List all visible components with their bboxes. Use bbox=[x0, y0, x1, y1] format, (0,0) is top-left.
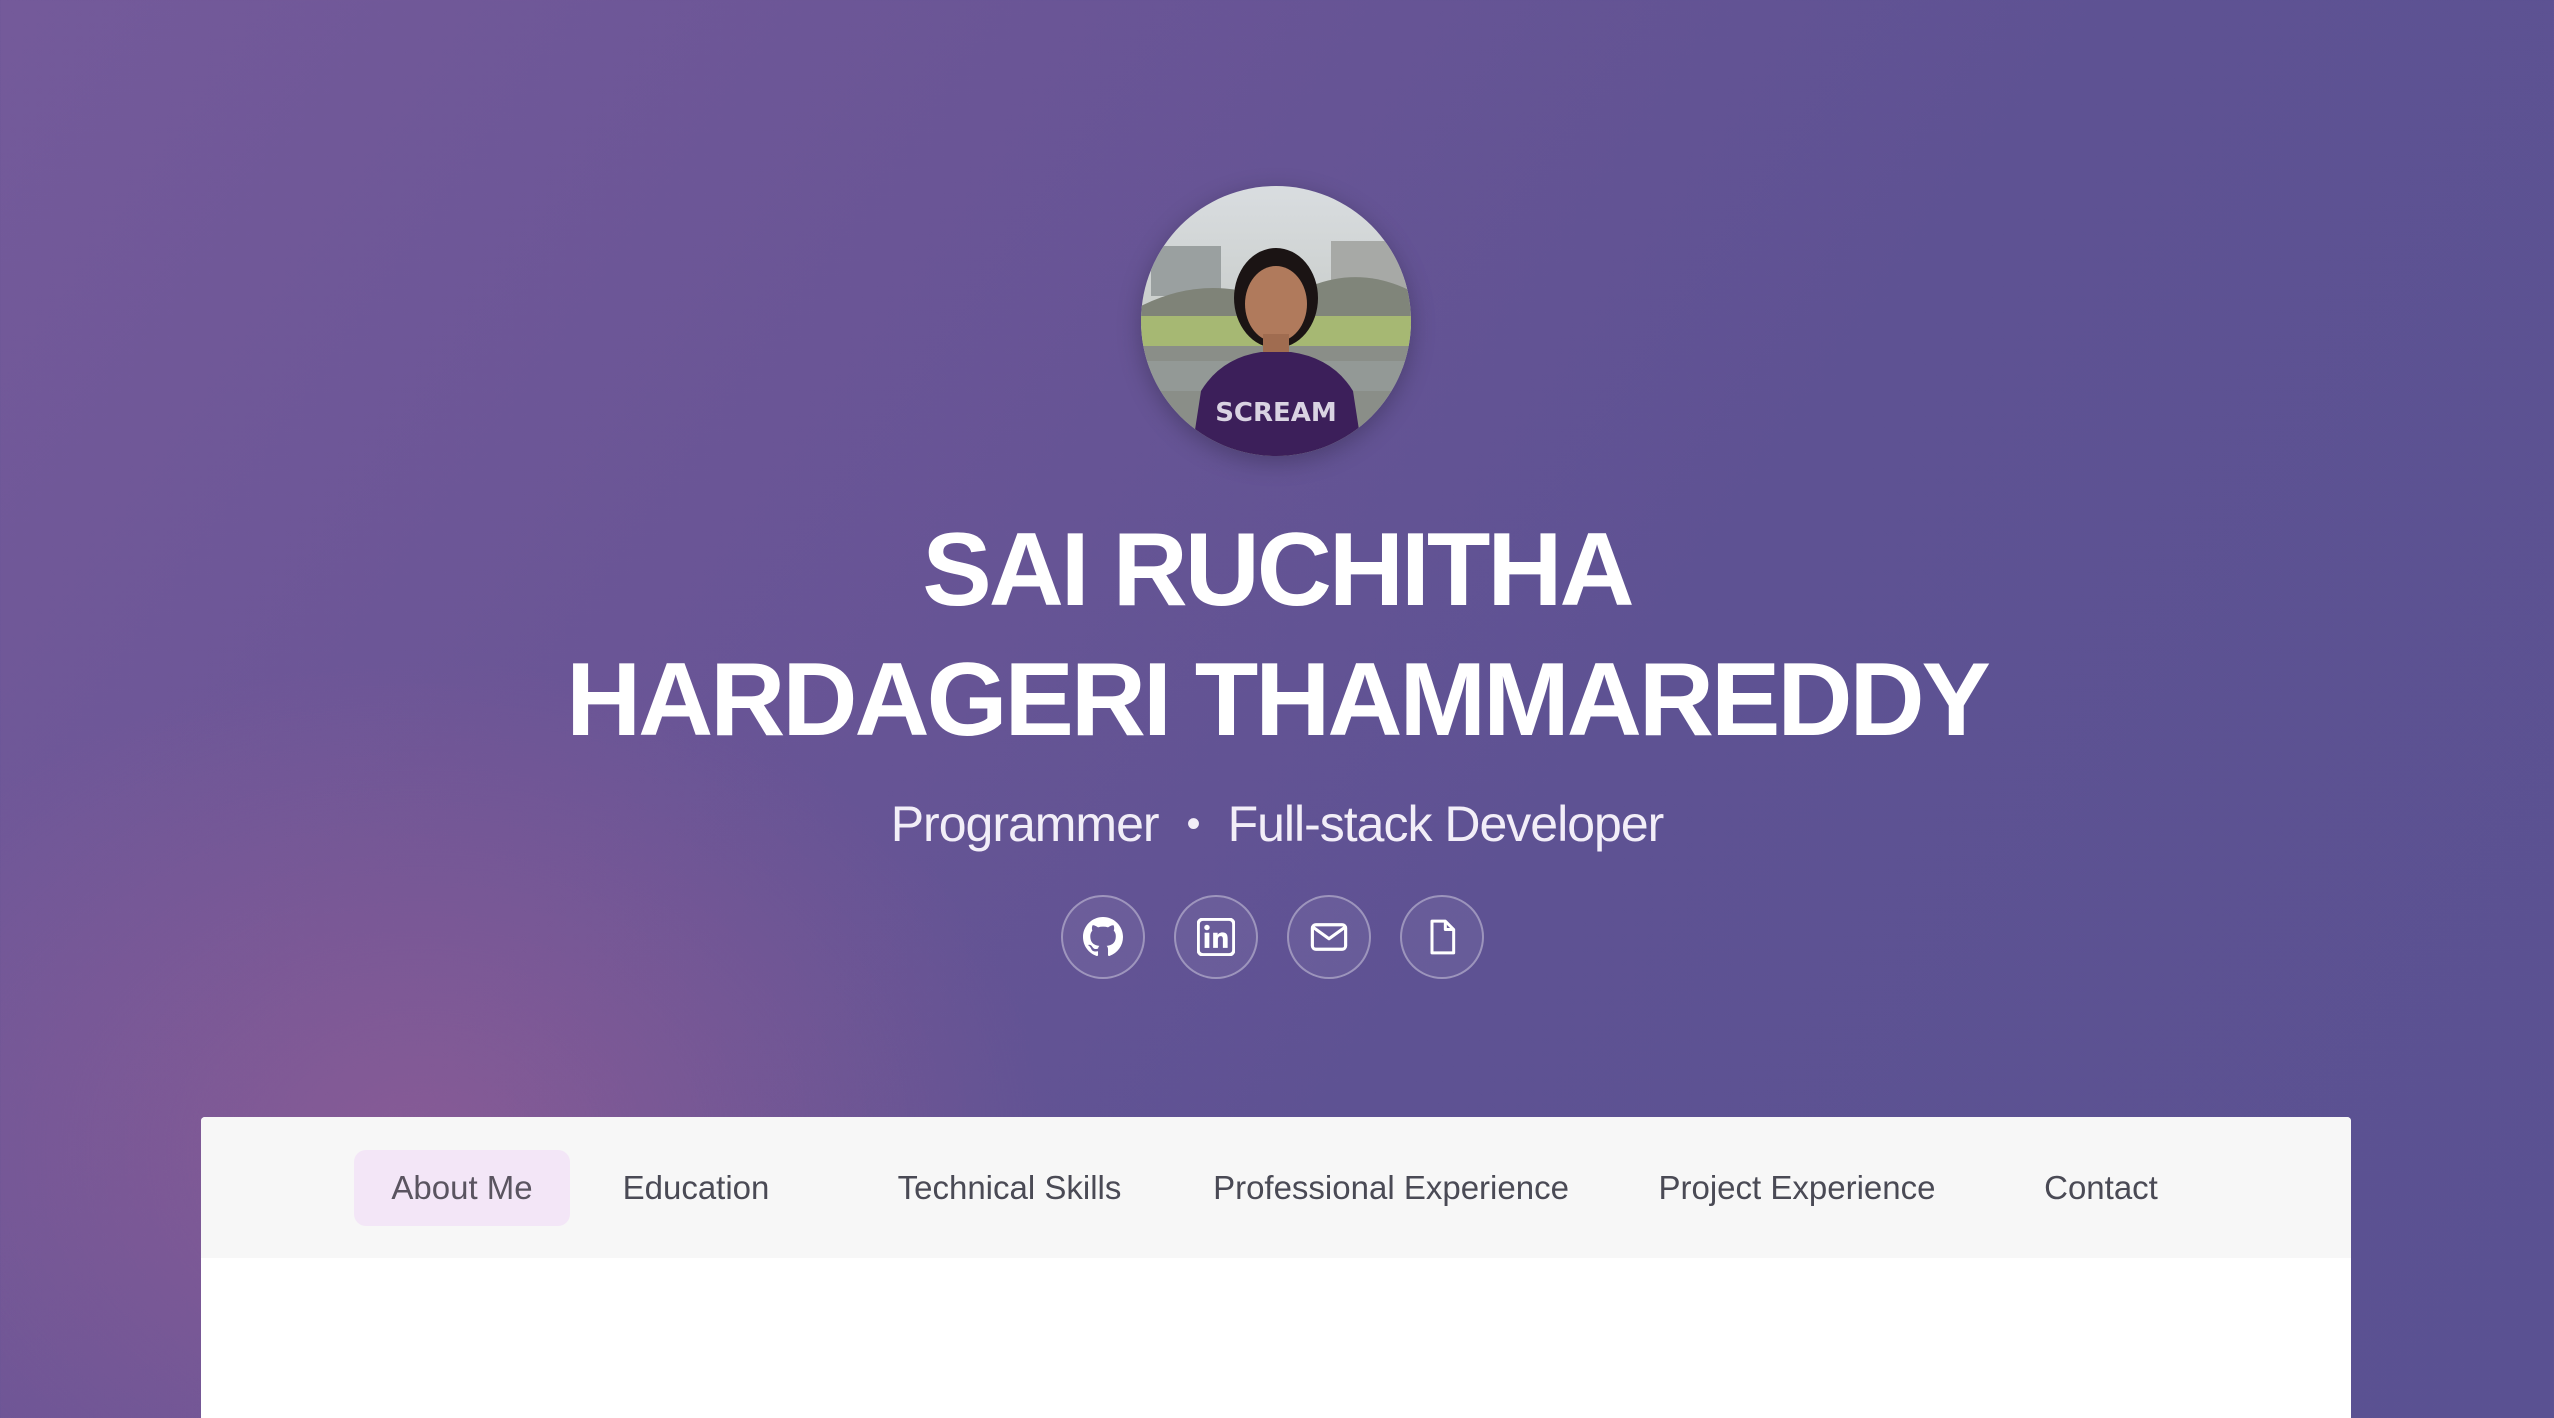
tab-project-experience[interactable]: Project Experience bbox=[1637, 1150, 1957, 1226]
tab-contact[interactable]: Contact bbox=[2026, 1150, 2176, 1226]
content-card: About Me Education Technical Skills Prof… bbox=[201, 1117, 2351, 1418]
page-title: SAI RUCHITHA HARDAGERI THAMMAREDDY bbox=[0, 505, 2554, 765]
hero-section: SCREAM SAI RUCHITHA HARDAGERI THAMMAREDD… bbox=[0, 0, 2554, 1118]
tab-professional-experience[interactable]: Professional Experience bbox=[1201, 1150, 1581, 1226]
name-line-1: SAI RUCHITHA bbox=[922, 512, 1634, 628]
github-link[interactable] bbox=[1061, 895, 1145, 979]
linkedin-link[interactable] bbox=[1174, 895, 1258, 979]
tab-technical-skills[interactable]: Technical Skills bbox=[886, 1150, 1133, 1226]
role-programmer: Programmer bbox=[890, 796, 1160, 852]
resume-link[interactable] bbox=[1400, 895, 1484, 979]
github-icon bbox=[1083, 917, 1123, 957]
tagline-separator: • bbox=[1186, 802, 1201, 846]
name-line-2: HARDAGERI THAMMAREDDY bbox=[566, 642, 1991, 758]
tab-about-me[interactable]: About Me bbox=[354, 1150, 570, 1226]
linkedin-icon bbox=[1197, 918, 1235, 956]
tab-education[interactable]: Education bbox=[616, 1150, 776, 1226]
svg-text:SCREAM: SCREAM bbox=[1215, 398, 1337, 428]
email-link[interactable] bbox=[1287, 895, 1371, 979]
social-links bbox=[1058, 895, 1488, 983]
document-icon bbox=[1430, 919, 1456, 955]
section-nav: About Me Education Technical Skills Prof… bbox=[201, 1117, 2351, 1258]
role-fullstack: Full-stack Developer bbox=[1227, 796, 1665, 852]
tagline: Programmer • Full-stack Developer bbox=[0, 792, 2554, 856]
avatar: SCREAM bbox=[1141, 186, 1411, 456]
mail-icon bbox=[1310, 923, 1348, 951]
